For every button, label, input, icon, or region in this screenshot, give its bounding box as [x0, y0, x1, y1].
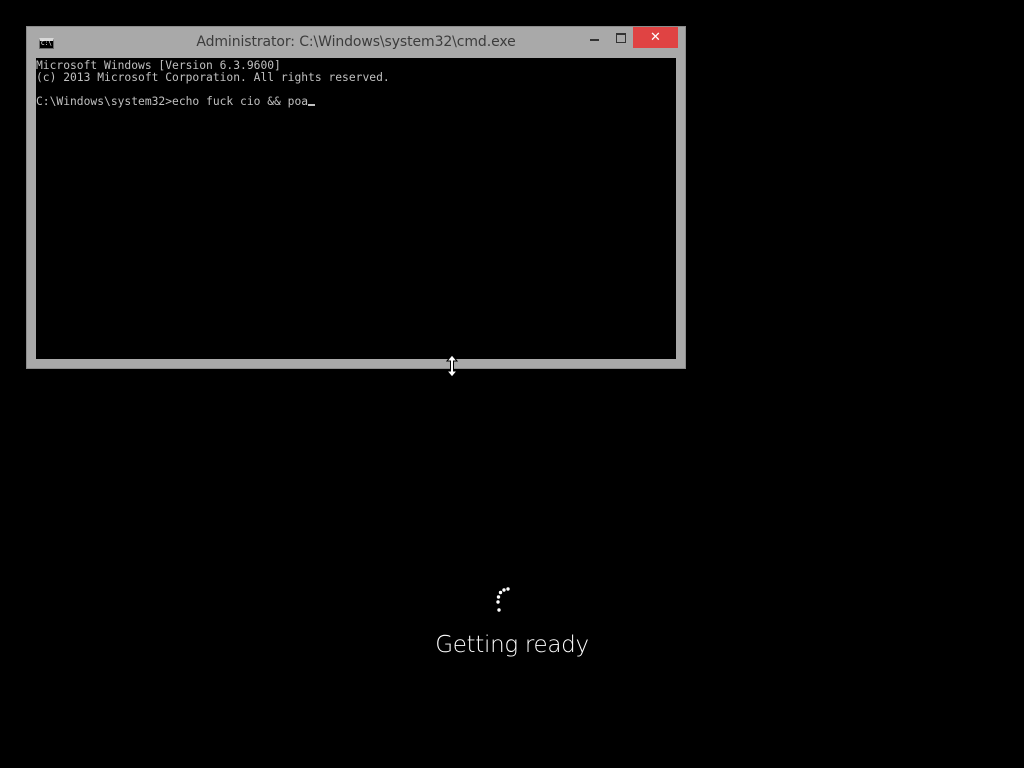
maximize-button[interactable] [608, 27, 634, 48]
status-text: Getting ready [435, 632, 589, 658]
minimize-button[interactable] [580, 27, 608, 48]
maximize-icon [616, 32, 626, 43]
console-output[interactable]: Microsoft Windows [Version 6.3.9600] (c)… [36, 58, 676, 359]
loading-spinner-icon [496, 587, 510, 612]
cmd-window[interactable]: C:\ Administrator: C:\Windows\system32\c… [26, 26, 686, 369]
vertical-resize-cursor-icon [446, 355, 458, 377]
title-bar[interactable]: C:\ Administrator: C:\Windows\system32\c… [27, 27, 685, 58]
text-cursor [308, 104, 316, 106]
command-text: C:\Windows\system32>echo fuck cio && poa [36, 95, 309, 108]
console-line: (c) 2013 Microsoft Corporation. All righ… [36, 71, 390, 84]
command-line[interactable]: C:\Windows\system32>echo fuck cio && poa [36, 96, 676, 108]
close-button[interactable]: ✕ [633, 27, 678, 48]
close-icon: ✕ [650, 30, 661, 45]
minimize-icon [589, 38, 599, 41]
desktop: C:\ Administrator: C:\Windows\system32\c… [0, 0, 1024, 768]
